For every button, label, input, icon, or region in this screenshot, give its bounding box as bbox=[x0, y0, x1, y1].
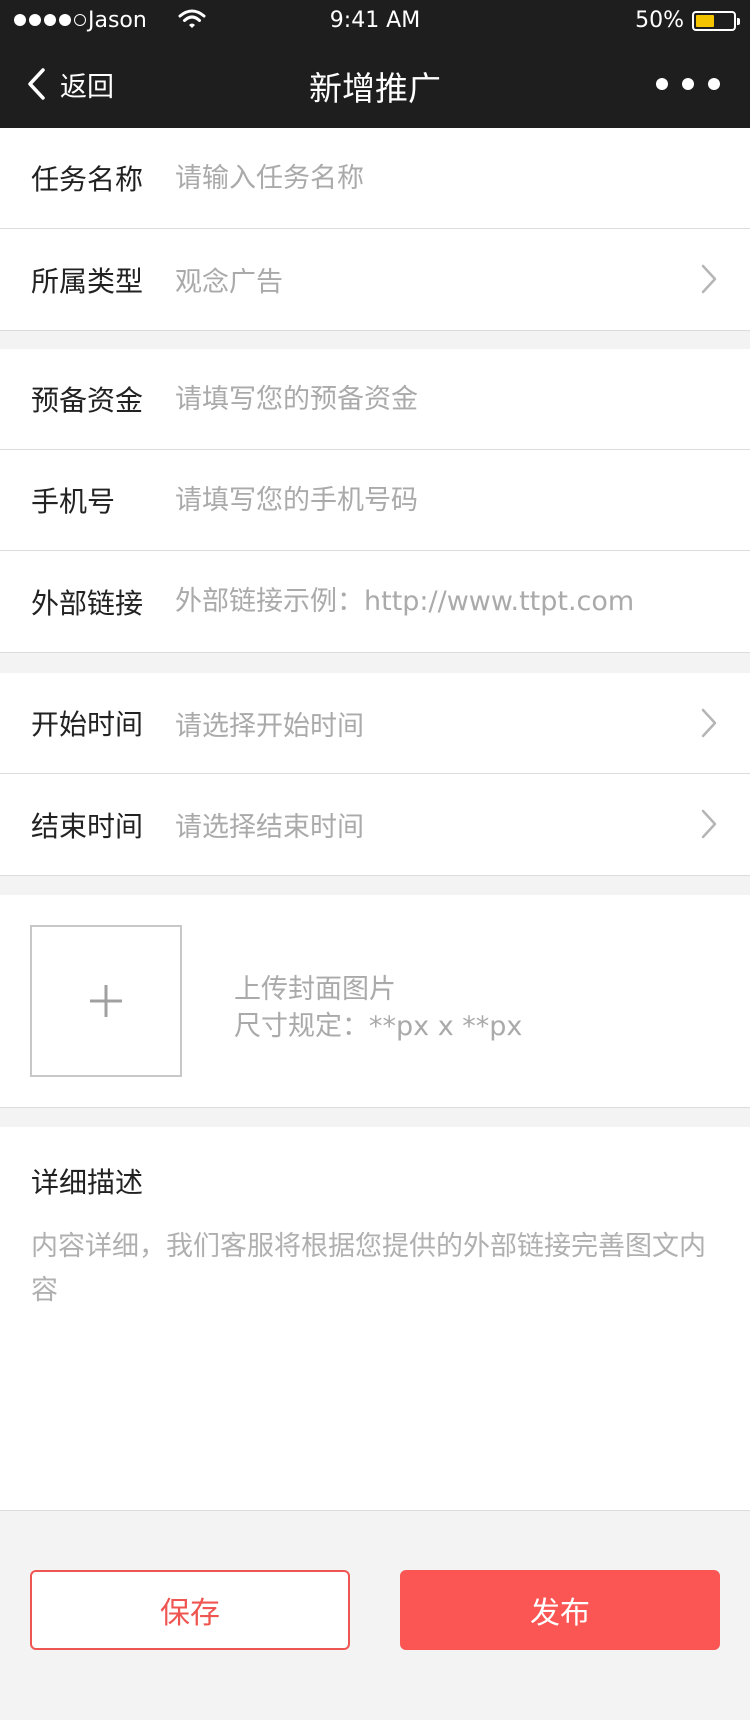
reserve-fund-row[interactable]: 预备资金 bbox=[0, 349, 750, 450]
external-link-input[interactable] bbox=[175, 586, 695, 617]
plus-icon bbox=[90, 985, 122, 1017]
task-name-label: 任务名称 bbox=[31, 163, 144, 196]
phone-input[interactable] bbox=[175, 484, 695, 516]
reserve-fund-input[interactable] bbox=[175, 383, 695, 415]
end-time-label: 结束时间 bbox=[31, 809, 144, 843]
battery-percent: 50% bbox=[635, 8, 684, 33]
end-time-row[interactable]: 结束时间 请选择结束时间 bbox=[0, 774, 750, 875]
description-section: 详细描述 bbox=[0, 1127, 750, 1511]
phone-row[interactable]: 手机号 bbox=[0, 450, 750, 551]
form-group-time: 开始时间 请选择开始时间 结束时间 请选择结束时间 bbox=[0, 673, 750, 876]
page-title: 新增推广 bbox=[309, 69, 441, 108]
chevron-right-icon bbox=[701, 708, 717, 738]
reserve-fund-label: 预备资金 bbox=[31, 384, 144, 417]
category-value: 观念广告 bbox=[175, 267, 283, 298]
upload-hint-title: 上传封面图片 bbox=[234, 974, 396, 1005]
chevron-right-icon bbox=[701, 264, 717, 294]
task-name-input[interactable] bbox=[175, 162, 695, 194]
category-row[interactable]: 所属类型 观念广告 bbox=[0, 229, 750, 330]
task-name-row[interactable]: 任务名称 bbox=[0, 128, 750, 229]
external-link-label: 外部链接 bbox=[31, 586, 144, 620]
start-time-row[interactable]: 开始时间 请选择开始时间 bbox=[0, 673, 750, 774]
status-bar: Jason 9:41 AM 50% bbox=[0, 0, 750, 44]
description-textarea[interactable] bbox=[31, 1225, 721, 1455]
publish-button[interactable]: 发布 bbox=[400, 1570, 720, 1650]
upload-hint-size: 尺寸规定：**px x **px bbox=[234, 1011, 523, 1042]
upload-hint: 上传封面图片 尺寸规定：**px x **px bbox=[234, 971, 522, 1045]
form-group-contact: 预备资金 手机号 外部链接 bbox=[0, 349, 750, 653]
cover-upload-section: 上传封面图片 尺寸规定：**px x **px bbox=[0, 895, 750, 1108]
more-dots-icon[interactable] bbox=[656, 78, 720, 90]
category-label: 所属类型 bbox=[31, 264, 144, 298]
battery-fill bbox=[696, 15, 714, 27]
cover-upload-button[interactable] bbox=[30, 925, 182, 1077]
form-group-basic: 任务名称 所属类型 观念广告 bbox=[0, 128, 750, 331]
description-title: 详细描述 bbox=[31, 1166, 144, 1199]
phone-label: 手机号 bbox=[31, 485, 116, 518]
chevron-right-icon bbox=[701, 809, 717, 839]
start-time-value: 请选择开始时间 bbox=[175, 710, 364, 742]
external-link-row[interactable]: 外部链接 bbox=[0, 551, 750, 652]
top-bar: Jason 9:41 AM 50% 返回 新增推广 bbox=[0, 0, 750, 128]
start-time-label: 开始时间 bbox=[31, 708, 144, 741]
save-button[interactable]: 保存 bbox=[30, 1570, 350, 1650]
end-time-value: 请选择结束时间 bbox=[175, 812, 364, 843]
battery-icon bbox=[692, 11, 740, 31]
